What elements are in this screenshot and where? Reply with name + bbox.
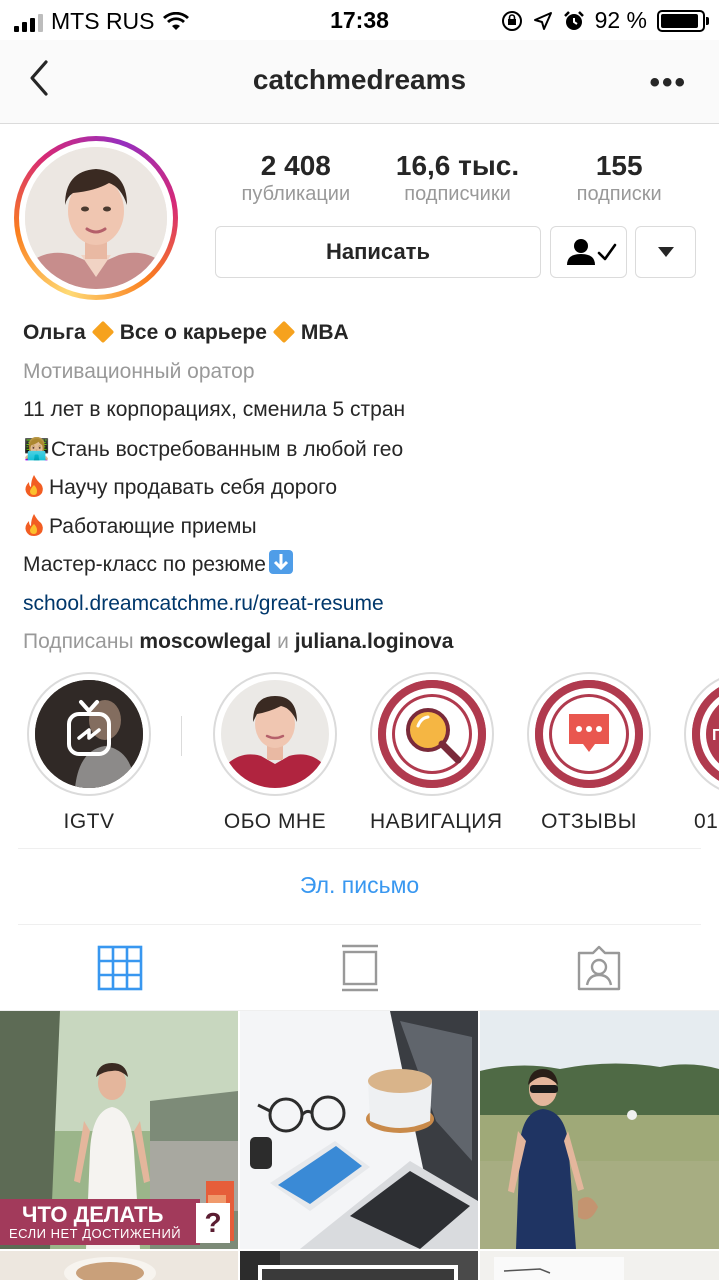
highlight-partial[interactable]: ПР 01 <box>684 672 719 834</box>
post-banner-subtitle: ЕСЛИ НЕТ ДОСТИЖЕНИЙ <box>9 1226 182 1241</box>
post-thumbnail[interactable]: ЧТО ДЕЛАТЬ ЕСЛИ НЕТ ДОСТИЖЕНИЙ ? <box>0 1011 238 1249</box>
stat-followers[interactable]: 16,6 тыс. подписчики <box>377 150 539 206</box>
stat-label: публикации <box>241 183 351 205</box>
profile-name-part: Ольга <box>23 321 86 344</box>
story-highlights: IGTV ОБО МНЕ НАВИГАЦИЯ ОТЗЫВЫ П 01 <box>0 672 719 842</box>
highlight-label: НАВИГАЦИЯ <box>370 810 503 833</box>
highlight-separator <box>181 716 182 756</box>
highlight-cover-text: ПР <box>712 727 719 744</box>
following-button[interactable] <box>550 226 627 278</box>
battery-level-fill <box>661 13 698 28</box>
highlight-label: IGTV <box>63 810 115 833</box>
stat-label: подписки <box>576 183 662 205</box>
bio-line-text: Мастер-класс по резюме <box>23 553 266 576</box>
tab-feed[interactable] <box>240 925 480 1010</box>
orange-diamond-icon <box>92 321 114 343</box>
followed-by[interactable]: Подписаны moscowlegal и juliana.loginova <box>23 623 703 662</box>
post-grid: ЧТО ДЕЛАТЬ ЕСЛИ НЕТ ДОСТИЖЕНИЙ ? <box>0 1011 719 1280</box>
bio-line: Мастер-класс по резюме <box>23 546 703 585</box>
alarm-icon <box>563 10 584 30</box>
followed-by-user: juliana.loginova <box>294 630 454 653</box>
profile-username: catchmedreams <box>252 64 467 95</box>
profile-name-part: Все о карьере <box>119 321 267 344</box>
feed-icon <box>341 944 378 991</box>
caret-down-icon <box>657 247 674 257</box>
bio-line: Научу продавать себя дорого <box>23 469 703 508</box>
bio-line-text: Работающие приемы <box>49 514 257 538</box>
tab-grid[interactable] <box>0 925 240 1010</box>
followed-by-user: moscowlegal <box>139 630 272 653</box>
battery-icon <box>657 9 709 32</box>
highlight-label: 01 <box>694 810 719 833</box>
message-button[interactable]: Написать <box>215 226 541 278</box>
tab-tagged[interactable] <box>479 925 719 1010</box>
more-options-icon[interactable]: ••• <box>649 66 687 100</box>
stat-following[interactable]: 155 подписки <box>538 150 700 206</box>
profile-name-part: MBA <box>300 321 349 344</box>
bio-line: 11 лет в корпорациях, сменила 5 стран <box>23 398 406 421</box>
highlight-about-me[interactable]: ОБО МНЕ <box>213 672 337 834</box>
post-thumbnail[interactable] <box>240 1011 478 1249</box>
battery-percent: 92 % <box>594 7 647 33</box>
bio-line-text: Стань востребованным в любой гео <box>51 437 404 461</box>
person-check-icon <box>566 239 616 265</box>
highlight-igtv[interactable]: IGTV <box>27 672 151 834</box>
highlight-label: ОТЗЫВЫ <box>541 810 637 833</box>
status-bar: MTS RUS 17:38 92 % <box>0 0 719 40</box>
woman-technologist-emoji-icon: 👩🏼‍💻 <box>23 436 51 461</box>
suggested-accounts-button[interactable] <box>635 226 696 278</box>
post-thumbnail[interactable] <box>480 1251 719 1280</box>
profile-tabs <box>0 925 719 1011</box>
profile-nav-bar: catchmedreams ••• <box>0 40 719 124</box>
fire-emoji-icon <box>25 513 43 536</box>
post-thumbnail[interactable] <box>0 1251 238 1280</box>
stat-value: 155 <box>595 150 643 181</box>
stat-value: 16,6 тыс. <box>395 150 520 181</box>
followed-by-prefix: Подписаны <box>23 630 134 653</box>
highlight-label: ОБО МНЕ <box>223 810 327 833</box>
website-link[interactable]: school.dreamcatchme.ru/great-resume <box>23 585 703 624</box>
orange-diamond-icon <box>273 321 295 343</box>
post-banner: ЧТО ДЕЛАТЬ ЕСЛИ НЕТ ДОСТИЖЕНИЙ <box>0 1199 200 1245</box>
divider <box>18 848 701 849</box>
post-thumbnail[interactable] <box>240 1251 478 1280</box>
post-banner-title: ЧТО ДЕЛАТЬ <box>22 1202 164 1227</box>
profile-category: Мотивационный оратор <box>23 359 255 383</box>
down-arrow-emoji-icon <box>268 550 293 574</box>
stat-value: 2 408 <box>260 150 331 181</box>
stat-posts[interactable]: 2 408 публикации <box>215 150 377 206</box>
rotation-lock-icon <box>501 10 522 31</box>
story-ring[interactable] <box>14 136 178 300</box>
bio-line-text: Научу продавать себя дорого <box>49 476 338 499</box>
post-question-mark: ? <box>196 1203 230 1243</box>
profile-avatar[interactable] <box>25 147 167 289</box>
email-button[interactable]: Эл. письмо <box>0 872 719 899</box>
followed-by-and: и <box>277 630 289 653</box>
location-arrow-icon <box>533 11 552 30</box>
bio-line: Работающие приемы <box>23 508 703 547</box>
stat-label: подписчики <box>404 183 511 205</box>
grid-icon <box>97 945 143 990</box>
fire-emoji-icon <box>25 475 43 497</box>
profile-stats: 2 408 публикации 16,6 тыс. подписчики 15… <box>215 150 700 206</box>
highlight-navigation[interactable]: НАВИГАЦИЯ <box>370 672 503 834</box>
profile-bio: Ольга Все о карьере MBA Мотивационный орат… <box>23 314 703 662</box>
highlight-reviews[interactable]: ОТЗЫВЫ <box>527 672 651 834</box>
tagged-icon <box>577 945 621 990</box>
profile-name: Ольга Все о карьере MBA <box>23 314 703 353</box>
bio-line: 👩🏼‍💻Стань востребованным в любой гео <box>23 430 703 470</box>
post-thumbnail[interactable] <box>480 1011 719 1249</box>
